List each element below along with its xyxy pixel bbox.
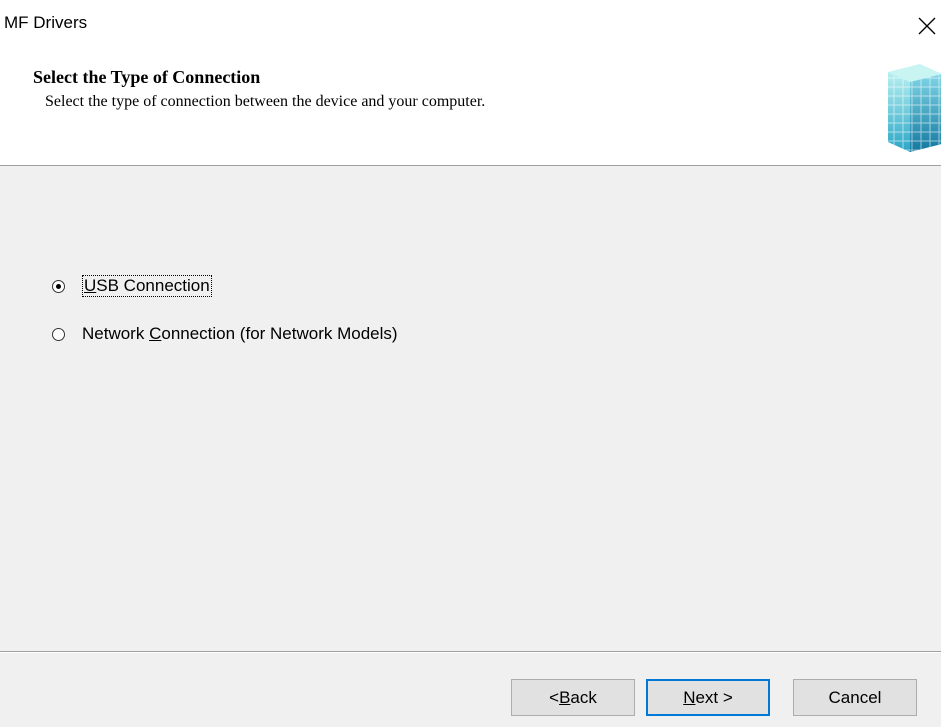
usb-connection-option[interactable]: USB Connection xyxy=(52,275,212,297)
cube-logo-icon xyxy=(888,64,941,152)
network-connection-option[interactable]: Network Connection (for Network Models) xyxy=(52,324,398,344)
close-icon[interactable] xyxy=(913,6,941,42)
page-title: Select the Type of Connection xyxy=(33,67,261,87)
cancel-button[interactable]: Cancel xyxy=(793,679,917,716)
wizard-header: Select the Type of Connection Select the… xyxy=(0,48,941,166)
title-bar: MF Drivers xyxy=(0,0,941,48)
network-connection-label[interactable]: Network Connection (for Network Models) xyxy=(82,324,398,344)
page-subtitle: Select the type of connection between th… xyxy=(45,93,486,110)
back-button[interactable]: < Back xyxy=(511,679,635,716)
usb-connection-radio[interactable] xyxy=(52,279,65,293)
network-connection-radio[interactable] xyxy=(52,327,65,341)
window-title: MF Drivers xyxy=(4,13,88,32)
usb-connection-label[interactable]: USB Connection xyxy=(82,275,212,297)
connection-options: USB Connection Network Connection (for N… xyxy=(0,166,941,651)
next-button[interactable]: Next > xyxy=(646,679,770,716)
